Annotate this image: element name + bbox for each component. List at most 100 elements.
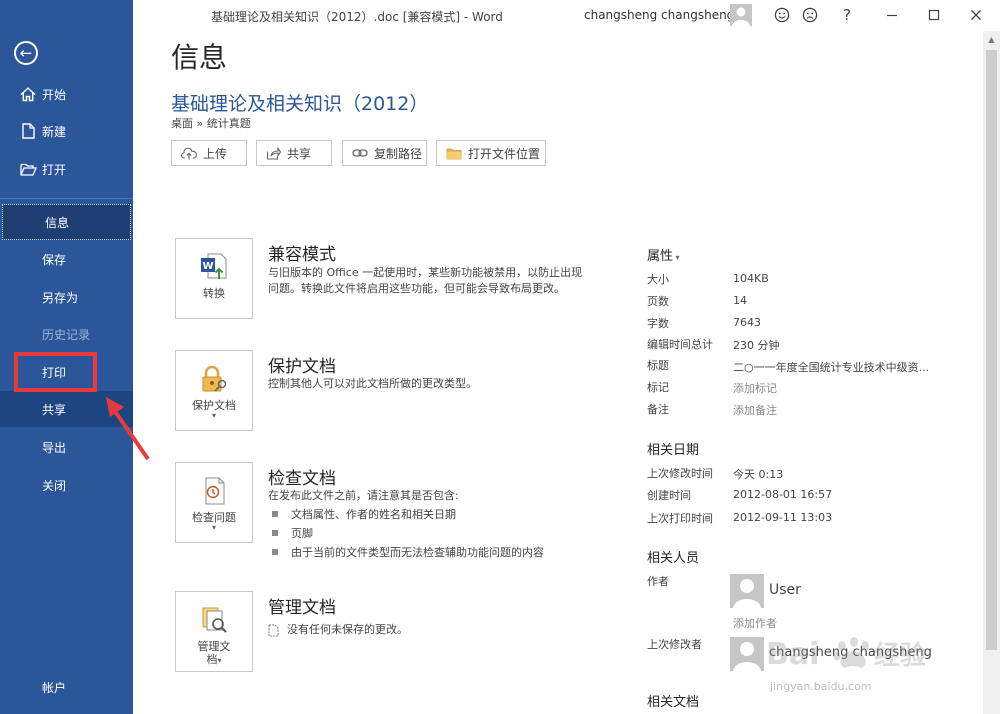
date-key: 创建时间 <box>647 489 691 502</box>
smile-icon[interactable] <box>772 5 792 25</box>
upload-icon <box>181 147 197 160</box>
sidebar-item-new[interactable]: 新建 <box>0 117 133 145</box>
frown-icon[interactable] <box>800 5 820 25</box>
date-value: 2012-08-01 16:57 <box>733 488 833 501</box>
section-heading: 保护文档 <box>268 357 336 377</box>
bullet-square-icon <box>272 530 278 536</box>
sidebar-item-export[interactable]: 导出 <box>0 429 133 465</box>
section-description: 控制其他人可以对此文档所做的更改类型。 <box>268 377 477 390</box>
add-author-link[interactable]: 添加作者 <box>733 615 777 631</box>
sidebar-item-close[interactable]: 关闭 <box>0 467 133 503</box>
sidebar-item-label: 关闭 <box>42 478 67 493</box>
svg-text:W: W <box>202 261 213 272</box>
window-title: 基础理论及相关知识（2012）.doc [兼容模式] - Word <box>211 10 503 24</box>
folder-icon <box>446 147 462 160</box>
date-key: 上次修改时间 <box>647 467 713 480</box>
home-icon <box>19 86 37 102</box>
property-value: 230 分钟 <box>733 339 780 352</box>
chevron-down-icon: ▾ <box>673 253 680 262</box>
section-heading: 检查文档 <box>268 469 336 489</box>
back-arrow-icon[interactable]: ← <box>14 41 38 65</box>
sidebar-item-share[interactable]: 共享 <box>0 391 133 427</box>
bullet-square-icon <box>272 549 278 555</box>
scroll-thumb[interactable] <box>986 50 997 650</box>
tags-field[interactable]: 添加标记 <box>733 380 777 396</box>
check-issues-button[interactable]: 检查问题 ▾ <box>175 462 253 543</box>
backstage-sidebar: ← 开始 新建 打开 信息 保存 另存为 历史记录 打印 共享 导出 关闭 帐户 <box>0 0 133 714</box>
related-dates-heading: 相关日期 <box>647 443 700 458</box>
sidebar-item-label: 开始 <box>42 87 67 102</box>
sidebar-item-label: 共享 <box>42 402 67 417</box>
chevron-down-icon: ▾ <box>211 411 216 420</box>
document-small-icon <box>268 624 279 637</box>
sidebar-item-label: 帐户 <box>42 680 67 695</box>
breadcrumb[interactable]: 桌面 » 统计真题 <box>171 115 251 131</box>
date-value: 今天 0:13 <box>733 468 784 481</box>
property-key: 页数 <box>647 295 669 308</box>
sidebar-item-print[interactable]: 打印 <box>0 354 133 390</box>
protect-document-button[interactable]: 保护文档 ▾ <box>175 350 253 431</box>
scroll-up-arrow-icon[interactable]: ▲ <box>983 31 1000 48</box>
manage-document-button[interactable]: 管理文 档▾ <box>175 591 253 672</box>
property-key: 大小 <box>647 273 669 286</box>
property-value: 104KB <box>733 272 769 285</box>
section-heading: 兼容模式 <box>268 245 336 265</box>
sidebar-item-save-as[interactable]: 另存为 <box>0 279 133 315</box>
upload-button[interactable]: 上传 <box>171 140 247 166</box>
title-field[interactable]: 二○一一年度全国统计专业技术中级资... <box>733 359 929 375</box>
avatar <box>730 574 764 608</box>
help-icon[interactable]: ? <box>837 5 857 25</box>
property-key: 标记 <box>647 381 669 394</box>
last-modified-by-key: 上次修改者 <box>647 638 702 651</box>
maximize-icon[interactable] <box>924 5 944 25</box>
sidebar-item-history: 历史记录 <box>0 316 133 352</box>
section-description: 没有任何未保存的更改。 <box>268 622 588 638</box>
watermark-url: jingyan.baidu.com <box>770 680 872 693</box>
button-label: 上传 <box>203 146 228 161</box>
tile-label: 转换 <box>203 287 225 300</box>
sidebar-item-label: 另存为 <box>42 290 79 305</box>
tile-label: 管理文 档▾ <box>198 640 231 667</box>
properties-dropdown[interactable]: 属性 ▾ <box>647 245 680 264</box>
minimize-icon[interactable] <box>882 5 902 25</box>
title-bar: 基础理论及相关知识（2012）.doc [兼容模式] - Word changs… <box>133 0 1000 30</box>
property-key: 备注 <box>647 403 669 416</box>
sidebar-item-home[interactable]: 开始 <box>0 80 133 108</box>
close-icon[interactable] <box>966 5 986 25</box>
date-value: 2012-09-11 13:03 <box>733 511 833 524</box>
avatar[interactable] <box>730 4 752 26</box>
list-item-text: 文档属性、作者的姓名和相关日期 <box>291 508 456 521</box>
section-description: 与旧版本的 Office 一起使用时，某些新功能被禁用，以防止出现问题。转换此文… <box>268 266 583 295</box>
user-name[interactable]: changsheng changsheng <box>584 8 734 22</box>
button-label: 打开文件位置 <box>468 146 541 161</box>
new-doc-icon <box>19 123 37 139</box>
convert-button[interactable]: W 转换 <box>175 238 253 319</box>
link-icon <box>352 148 368 158</box>
lock-key-icon <box>199 363 229 395</box>
property-value: 7643 <box>733 316 761 329</box>
word-convert-icon: W <box>199 251 229 283</box>
open-file-location-button[interactable]: 打开文件位置 <box>436 140 546 166</box>
inspect-document-icon <box>199 475 229 507</box>
section-description-text: 没有任何未保存的更改。 <box>287 623 408 636</box>
property-key: 标题 <box>647 359 669 372</box>
copy-path-button[interactable]: 复制路径 <box>342 140 427 166</box>
vertical-scrollbar[interactable]: ▲ <box>983 31 1000 714</box>
sidebar-item-info[interactable]: 信息 <box>2 204 131 240</box>
comments-field[interactable]: 添加备注 <box>733 402 777 418</box>
list-item-text: 页脚 <box>291 527 313 540</box>
share-icon <box>266 146 281 160</box>
last-modified-by-name[interactable]: changsheng changsheng <box>769 645 932 660</box>
manage-document-icon <box>199 604 229 636</box>
share-button[interactable]: 共享 <box>256 140 332 166</box>
chevron-down-icon: ▾ <box>217 656 222 665</box>
property-key: 字数 <box>647 317 669 330</box>
list-item: 文档属性、作者的姓名和相关日期 <box>272 506 456 522</box>
chevron-down-icon: ▾ <box>211 523 216 532</box>
sidebar-item-open[interactable]: 打开 <box>0 155 133 183</box>
property-key: 编辑时间总计 <box>647 338 713 351</box>
sidebar-item-account[interactable]: 帐户 <box>0 669 133 705</box>
author-name[interactable]: User <box>769 582 801 598</box>
sidebar-item-save[interactable]: 保存 <box>0 241 133 277</box>
sidebar-item-label: 打印 <box>42 365 67 380</box>
